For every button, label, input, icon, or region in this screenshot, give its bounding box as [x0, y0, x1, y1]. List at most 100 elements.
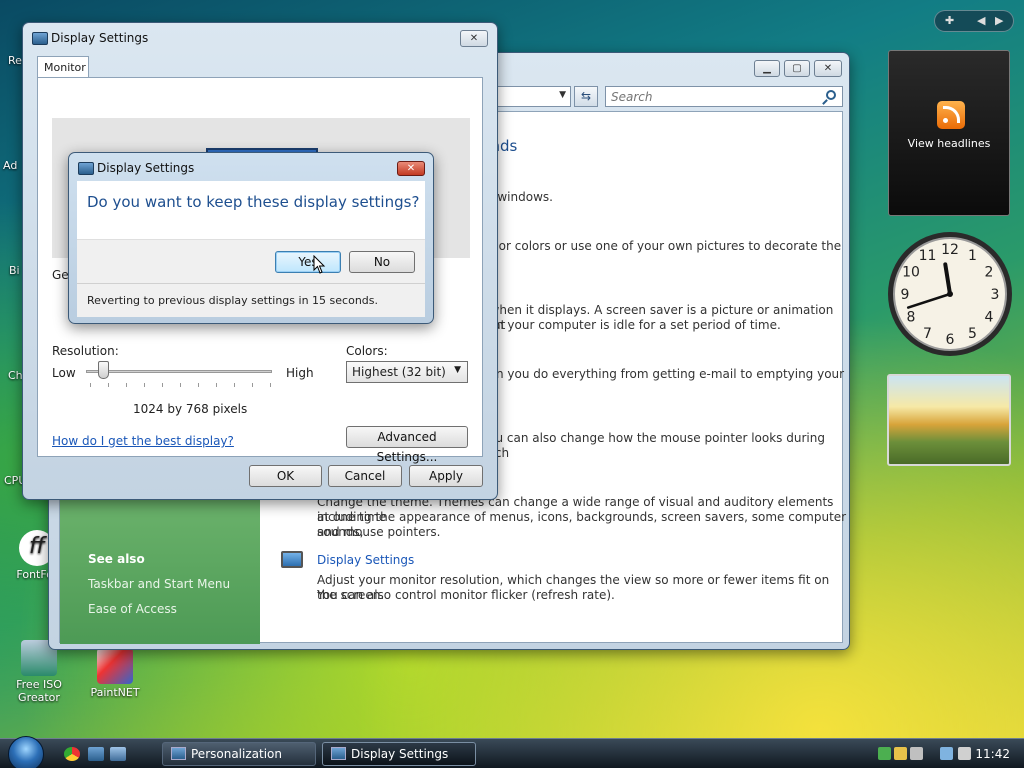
see-also-heading: See also: [88, 552, 145, 566]
taskbar-button-label: Display Settings: [351, 747, 449, 761]
tab-monitor[interactable]: Monitor: [37, 56, 89, 78]
resolution-high-label: High: [286, 366, 314, 380]
network-icon[interactable]: [940, 747, 953, 760]
dialog-button-row: Yes No: [77, 239, 425, 283]
maximize-button[interactable]: ▢: [784, 60, 810, 77]
close-button[interactable]: ✕: [814, 60, 842, 77]
clock-numeral: 4: [985, 310, 994, 326]
dialog-question: Do you want to keep these display settin…: [87, 193, 420, 211]
advanced-settings-button[interactable]: Advanced Settings...: [346, 426, 468, 464]
rss-feed-icon: [937, 101, 965, 129]
previous-icon[interactable]: ◀: [977, 14, 985, 27]
display-settings-icon: [331, 747, 346, 760]
taskbar-button-display-settings[interactable]: Display Settings: [322, 742, 476, 766]
paintnet-icon: [97, 648, 133, 684]
desktop-icon-label-ch[interactable]: Ch: [8, 369, 23, 382]
show-desktop-icon[interactable]: [88, 747, 104, 761]
cancel-button[interactable]: Cancel: [328, 465, 402, 487]
colors-label: Colors:: [346, 344, 388, 358]
search-input[interactable]: [606, 87, 816, 106]
display-settings-icon: [32, 32, 48, 45]
switch-windows-icon[interactable]: [110, 747, 126, 761]
see-also-link-ease-of-access[interactable]: Ease of Access: [88, 602, 177, 616]
taskbar-button-label: Personalization: [191, 747, 282, 761]
chevron-down-icon[interactable]: ▼: [559, 90, 566, 100]
minimize-button[interactable]: ▁: [754, 60, 780, 77]
taskbar-button-personalization[interactable]: Personalization: [162, 742, 316, 766]
tray-app-icon[interactable]: [894, 747, 907, 760]
feed-headlines-gadget[interactable]: View headlines: [888, 50, 1010, 216]
sidebar-controls: ✚ ◀ ▶: [934, 10, 1014, 32]
mouse-pointer-icon: [313, 255, 326, 274]
description-line: ds or colors or use one of your own pict…: [481, 239, 842, 253]
resolution-low-label: Low: [52, 366, 76, 380]
clock-numeral: 8: [907, 310, 916, 326]
dialog-footer: Reverting to previous display settings i…: [77, 283, 425, 317]
theme-description: and mouse pointers.: [317, 525, 441, 539]
clock-numeral: 10: [902, 265, 920, 281]
colors-select-value: Highest (32 bit): [352, 365, 446, 379]
slider-ticks: [90, 383, 272, 387]
clock-numeral: 7: [923, 326, 932, 342]
slideshow-gadget[interactable]: [887, 374, 1011, 466]
personalization-icon: [171, 747, 186, 760]
clock-numeral: 9: [901, 287, 910, 303]
desktop-icon-paintnet[interactable]: PaintNET: [84, 648, 146, 699]
resolution-value: 1024 by 768 pixels: [133, 402, 248, 416]
display-settings-icon[interactable]: [281, 551, 303, 568]
dialog-title: Display Settings: [97, 161, 195, 175]
close-button[interactable]: ✕: [460, 30, 488, 47]
display-settings-icon: [78, 162, 94, 175]
system-tray: 11:42: [872, 742, 1022, 766]
desktop-icon-label: Free ISO Greator: [16, 678, 62, 704]
start-button[interactable]: [8, 736, 44, 768]
see-also-link-taskbar[interactable]: Taskbar and Start Menu: [88, 577, 230, 591]
desktop-icon-label-bi[interactable]: Bi: [9, 264, 20, 277]
add-gadget-icon[interactable]: ✚: [945, 14, 954, 27]
keep-settings-dialog: Display Settings ✕ Do you want to keep t…: [68, 152, 434, 324]
clock-center: [947, 291, 953, 297]
desktop-icon-label: PaintNET: [90, 686, 140, 699]
tray-app-icon[interactable]: [910, 747, 923, 760]
desktop-icon-label-recycle[interactable]: Re: [8, 54, 22, 67]
clock-numeral: 2: [985, 265, 994, 281]
ok-button[interactable]: OK: [249, 465, 322, 487]
clock-numeral: 6: [946, 332, 955, 348]
description-line: hen you do everything from getting e-mai…: [481, 367, 845, 381]
clock-numeral: 3: [991, 287, 1000, 303]
display-settings-link[interactable]: Display Settings: [317, 553, 414, 567]
apply-button[interactable]: Apply: [409, 465, 483, 487]
dialog-body: Do you want to keep these display settin…: [77, 181, 425, 239]
refresh-button[interactable]: ⇆: [574, 86, 598, 107]
resolution-slider-track[interactable]: [86, 370, 272, 373]
yes-button[interactable]: Yes: [275, 251, 341, 273]
clock-numeral: 5: [968, 326, 977, 342]
no-button[interactable]: No: [349, 251, 415, 273]
window-title: Display Settings: [51, 31, 149, 45]
volume-icon[interactable]: [958, 747, 971, 760]
clock-numeral: 12: [941, 242, 959, 258]
address-bar[interactable]: ▼: [489, 86, 571, 107]
close-button[interactable]: ✕: [397, 161, 425, 176]
description-line: hen your computer is idle for a set peri…: [481, 318, 781, 332]
clock-numeral: 1: [968, 248, 977, 264]
tray-app-icon[interactable]: [878, 747, 891, 760]
taskbar: Personalization Display Settings 11:42: [0, 736, 1024, 768]
desktop-icon-label-ad[interactable]: Ad: [3, 159, 17, 172]
search-icon[interactable]: [826, 90, 836, 100]
best-display-help-link[interactable]: How do I get the best display?: [52, 434, 234, 448]
resolution-label: Resolution:: [52, 344, 119, 358]
clock-gadget[interactable]: 12 12 3 45678 9 1011: [886, 230, 1014, 358]
clock-numeral: 11: [919, 248, 937, 264]
see-also-pane: See also Taskbar and Start Menu Ease of …: [60, 492, 260, 644]
chevron-down-icon: ▼: [454, 365, 461, 375]
chrome-icon[interactable]: [64, 747, 80, 761]
description-line: you can also change how the mouse pointe…: [481, 431, 825, 460]
next-icon[interactable]: ▶: [995, 14, 1003, 27]
display-settings-description: You can also control monitor flicker (re…: [317, 588, 615, 602]
taskbar-clock[interactable]: 11:42: [975, 747, 1010, 761]
feed-gadget-label[interactable]: View headlines: [889, 137, 1009, 150]
resolution-slider-thumb[interactable]: [98, 361, 109, 379]
colors-select[interactable]: Highest (32 bit) ▼: [346, 361, 468, 383]
search-box[interactable]: [605, 86, 843, 107]
